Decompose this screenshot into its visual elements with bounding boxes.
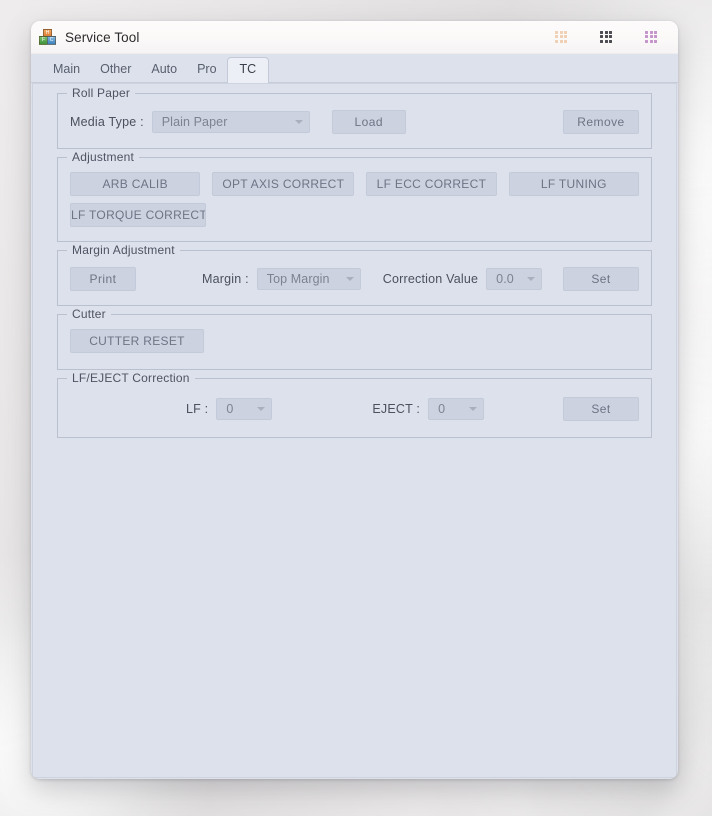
eject-value: 0 <box>438 402 446 416</box>
window-titlebar: H F C Service Tool <box>31 21 678 54</box>
correction-value: 0.0 <box>496 272 514 286</box>
lf-eject-set-button[interactable]: Set <box>563 397 639 421</box>
eject-select[interactable]: 0 <box>428 398 485 420</box>
print-button[interactable]: Print <box>70 267 136 291</box>
lf-ecc-correct-button[interactable]: LF ECC CORRECT <box>366 172 497 196</box>
margin-set-button[interactable]: Set <box>563 267 639 291</box>
lf-torque-correct-button[interactable]: LF TORQUE CORRECT <box>70 203 206 227</box>
lf-label: LF : <box>186 402 209 416</box>
group-legend-adjustment: Adjustment <box>67 150 140 164</box>
lf-tuning-button[interactable]: LF TUNING <box>508 172 639 196</box>
media-type-label: Media Type : <box>70 115 144 129</box>
group-adjustment: Adjustment ARB CALIB OPT AXIS CORRECT LF… <box>57 150 652 242</box>
margin-label: Margin : <box>202 272 249 286</box>
correction-value-select[interactable]: 0.0 <box>486 268 543 290</box>
tab-panel-tc: Roll Paper Media Type : Plain Paper Load… <box>31 82 678 779</box>
group-legend-margin-adjustment: Margin Adjustment <box>67 243 180 257</box>
chevron-down-icon <box>527 277 536 281</box>
group-lf-eject-correction: LF/EJECT Correction LF : 0 EJECT : 0 Set <box>57 371 652 438</box>
media-type-select[interactable]: Plain Paper <box>151 111 310 133</box>
blocks-icon: H F C <box>39 29 56 45</box>
tab-auto[interactable]: Auto <box>141 57 187 83</box>
tab-bar: Main Other Auto Pro TC <box>31 54 678 83</box>
margin-select[interactable]: Top Margin <box>256 268 361 290</box>
load-button[interactable]: Load <box>331 110 406 134</box>
lf-value: 0 <box>226 402 234 416</box>
group-legend-lf-eject-correction: LF/EJECT Correction <box>67 371 195 385</box>
cutter-reset-button[interactable]: CUTTER RESET <box>70 329 204 353</box>
maximize-button[interactable] <box>600 30 613 44</box>
tab-tc[interactable]: TC <box>226 57 270 83</box>
chevron-down-icon <box>345 277 354 281</box>
opt-axis-correct-button[interactable]: OPT AXIS CORRECT <box>212 172 355 196</box>
lf-select[interactable]: 0 <box>216 398 273 420</box>
margin-value: Top Margin <box>266 272 330 286</box>
eject-label: EJECT : <box>372 402 421 416</box>
group-cutter: Cutter CUTTER RESET <box>57 307 652 370</box>
chevron-down-icon <box>257 407 266 411</box>
correction-value-label: Correction Value <box>382 272 479 286</box>
window-controls <box>555 30 658 44</box>
minimize-button[interactable] <box>555 30 568 44</box>
chevron-down-icon <box>469 407 478 411</box>
group-margin-adjustment: Margin Adjustment Print Margin : Top Mar… <box>57 243 652 306</box>
tab-other[interactable]: Other <box>90 57 141 83</box>
close-button[interactable] <box>645 30 658 44</box>
tab-pro[interactable]: Pro <box>187 57 226 83</box>
arb-calib-button[interactable]: ARB CALIB <box>70 172 201 196</box>
group-legend-roll-paper: Roll Paper <box>67 86 136 100</box>
chevron-down-icon <box>294 120 303 124</box>
remove-button[interactable]: Remove <box>563 110 639 134</box>
service-tool-window: H F C Service Tool Main Other Auto Pro T… <box>31 21 678 779</box>
tab-main[interactable]: Main <box>43 57 90 83</box>
group-legend-cutter: Cutter <box>67 307 111 321</box>
media-type-value: Plain Paper <box>161 115 228 129</box>
window-title: Service Tool <box>65 29 140 45</box>
group-roll-paper: Roll Paper Media Type : Plain Paper Load… <box>57 86 652 149</box>
